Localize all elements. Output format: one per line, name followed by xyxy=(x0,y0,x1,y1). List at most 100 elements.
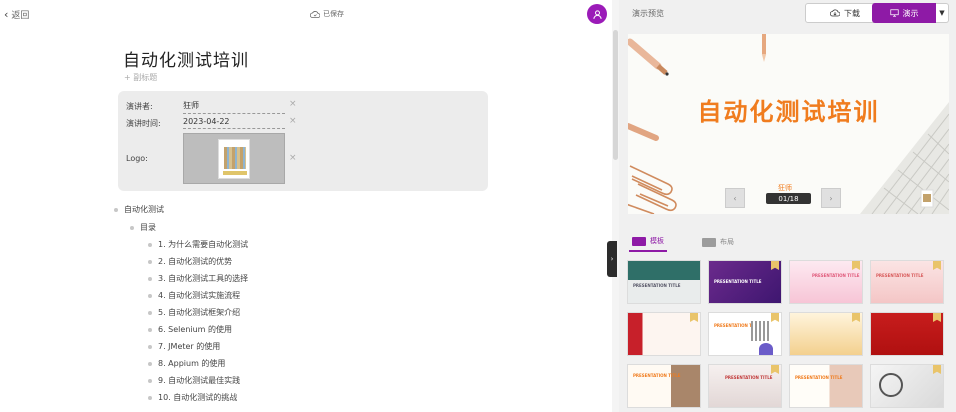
thumbnail-caption: PRESENTATION TITLE xyxy=(876,273,924,278)
slide-presenter: 狂师 xyxy=(778,184,792,192)
logo-image xyxy=(218,138,250,179)
clear-time-icon[interactable]: × xyxy=(289,116,297,126)
template-thumbnail[interactable]: PRESENTATION TITLE xyxy=(627,364,701,408)
tab-layout[interactable]: 布局 xyxy=(702,232,734,252)
template-thumbnail[interactable]: PRESENTATION TITLE xyxy=(708,364,782,408)
outline-item-label: 9. 自动化测试最佳实践 xyxy=(158,376,241,385)
template-thumbnail[interactable]: PRESENTATION TITLE xyxy=(627,260,701,304)
preview-tabs: 模板 布局 xyxy=(627,232,949,252)
list-item[interactable]: 2. 自动化测试的优势 xyxy=(148,256,232,267)
bullet-icon xyxy=(148,242,152,247)
bullet-icon xyxy=(148,327,152,332)
app-window: ‹ 返回 已保存 自动化测试培训 + 副标题 演讲者: 狂师 × 演讲时间: 2… xyxy=(0,0,956,412)
template-thumbnail[interactable]: PRESENTATION TITLE xyxy=(708,260,782,304)
premium-badge-icon xyxy=(771,365,779,374)
thumbnail-caption: PRESENTATION TITLE xyxy=(714,279,762,284)
tab-layout-label: 布局 xyxy=(720,238,734,246)
list-item[interactable]: 10. 自动化测试的挑战 xyxy=(148,392,237,403)
outline-item-label: 2. 自动化测试的优势 xyxy=(158,257,233,266)
bullet-icon xyxy=(148,344,152,349)
chevron-left-icon: ‹ xyxy=(4,8,9,21)
next-slide-button[interactable]: › xyxy=(821,188,841,208)
person-icon xyxy=(759,343,773,355)
qr-code-icon xyxy=(751,321,771,341)
logo-label: Logo: xyxy=(126,154,148,163)
premium-badge-icon xyxy=(933,261,941,270)
outline-item-label: 7. JMeter 的使用 xyxy=(158,342,221,351)
clear-logo-icon[interactable]: × xyxy=(289,153,297,163)
back-button[interactable]: ‹ 返回 xyxy=(4,8,29,21)
premium-badge-icon xyxy=(690,313,698,322)
tab-template[interactable]: 模板 xyxy=(629,232,667,252)
clear-presenter-icon[interactable]: × xyxy=(289,99,297,109)
slide-preview[interactable]: 自动化测试培训 狂师 01/18 ‹ › xyxy=(628,34,949,214)
thumbnail-caption: PRESENTATION TITLE xyxy=(633,373,681,378)
premium-badge-icon xyxy=(933,365,941,374)
avatar[interactable] xyxy=(587,4,607,24)
list-item[interactable]: 3. 自动化测试工具的选择 xyxy=(148,273,248,284)
template-icon xyxy=(632,236,646,246)
template-thumbnail[interactable] xyxy=(627,312,701,356)
list-item[interactable]: 8. Appium 的使用 xyxy=(148,358,225,369)
download-label: 下载 xyxy=(844,8,860,18)
bullet-icon xyxy=(114,207,118,212)
add-subtitle-button[interactable]: + 副标题 xyxy=(124,72,157,83)
presentation-meta-panel: 演讲者: 狂师 × 演讲时间: 2023-04-22 × Logo: × xyxy=(118,91,488,191)
premium-badge-icon xyxy=(933,313,941,322)
cloud-download-icon xyxy=(830,9,840,17)
list-item[interactable]: 9. 自动化测试最佳实践 xyxy=(148,375,240,386)
outline-item-label: 1. 为什么需要自动化测试 xyxy=(158,240,249,249)
back-label: 返回 xyxy=(11,11,30,21)
template-thumbnail[interactable]: PRESENTATION TITLE xyxy=(789,260,863,304)
pane-splitter-handle[interactable]: › xyxy=(607,241,617,277)
premium-badge-icon xyxy=(771,313,779,322)
premium-badge-icon xyxy=(852,313,860,322)
user-icon xyxy=(592,9,602,19)
outline-item-label: 10. 自动化测试的挑战 xyxy=(158,393,238,402)
present-button[interactable]: 演示 xyxy=(872,3,936,23)
list-item[interactable]: 4. 自动化测试实施流程 xyxy=(148,290,240,301)
present-label: 演示 xyxy=(902,8,919,18)
outline-item-label: 4. 自动化测试实施流程 xyxy=(158,291,241,300)
logo-upload[interactable] xyxy=(183,133,285,184)
bullet-icon xyxy=(148,276,152,281)
bullet-icon xyxy=(148,395,152,400)
list-item[interactable]: 1. 为什么需要自动化测试 xyxy=(148,239,248,250)
present-options-dropdown[interactable]: ▼ xyxy=(936,3,949,23)
template-thumbnail[interactable]: PRESENTATION TITLE xyxy=(789,364,863,408)
outline-section[interactable]: 目录 xyxy=(130,222,156,233)
template-thumbnail[interactable] xyxy=(870,364,944,408)
list-item[interactable]: 7. JMeter 的使用 xyxy=(148,341,220,352)
time-field[interactable]: 2023-04-22 xyxy=(183,117,285,129)
editor-scrollbar-thumb[interactable] xyxy=(613,30,618,160)
bullet-icon xyxy=(130,225,134,230)
thumbnail-caption: PRESENTATION TITLE xyxy=(633,283,681,288)
time-label: 演讲时间: xyxy=(126,119,161,128)
template-thumbnail[interactable] xyxy=(789,312,863,356)
premium-badge-icon xyxy=(852,261,860,270)
template-thumbnail[interactable]: PRESENTATION TITLE xyxy=(870,260,944,304)
template-thumbnail[interactable] xyxy=(870,312,944,356)
presentation-icon xyxy=(889,9,899,17)
document-title[interactable]: 自动化测试培训 xyxy=(123,46,249,71)
chevron-right-icon: › xyxy=(829,193,833,203)
outline-section-label: 目录 xyxy=(140,223,156,232)
bullet-icon xyxy=(148,310,152,315)
prev-slide-button[interactable]: ‹ xyxy=(725,188,745,208)
chevron-right-icon: › xyxy=(610,255,614,263)
bullet-icon xyxy=(148,361,152,366)
save-status-label: 已保存 xyxy=(323,10,344,18)
template-thumbnail[interactable]: PRESENTATION TITLE xyxy=(708,312,782,356)
thumbnail-caption: PRESENTATION TITLE xyxy=(812,273,860,278)
list-item[interactable]: 5. 自动化测试框架介绍 xyxy=(148,307,240,318)
presenter-field[interactable]: 狂师 xyxy=(183,100,285,114)
outline-item-label: 6. Selenium 的使用 xyxy=(158,325,233,334)
outline-item-label: 5. 自动化测试框架介绍 xyxy=(158,308,241,317)
slide-title: 自动化测试培训 xyxy=(697,98,880,126)
cloud-icon xyxy=(310,10,320,18)
thumbnail-caption: PRESENTATION TITLE xyxy=(795,375,843,380)
outline-root[interactable]: 自动化测试 xyxy=(114,204,164,215)
save-status: 已保存 xyxy=(310,9,344,19)
presenter-label: 演讲者: xyxy=(126,102,153,111)
list-item[interactable]: 6. Selenium 的使用 xyxy=(148,324,232,335)
